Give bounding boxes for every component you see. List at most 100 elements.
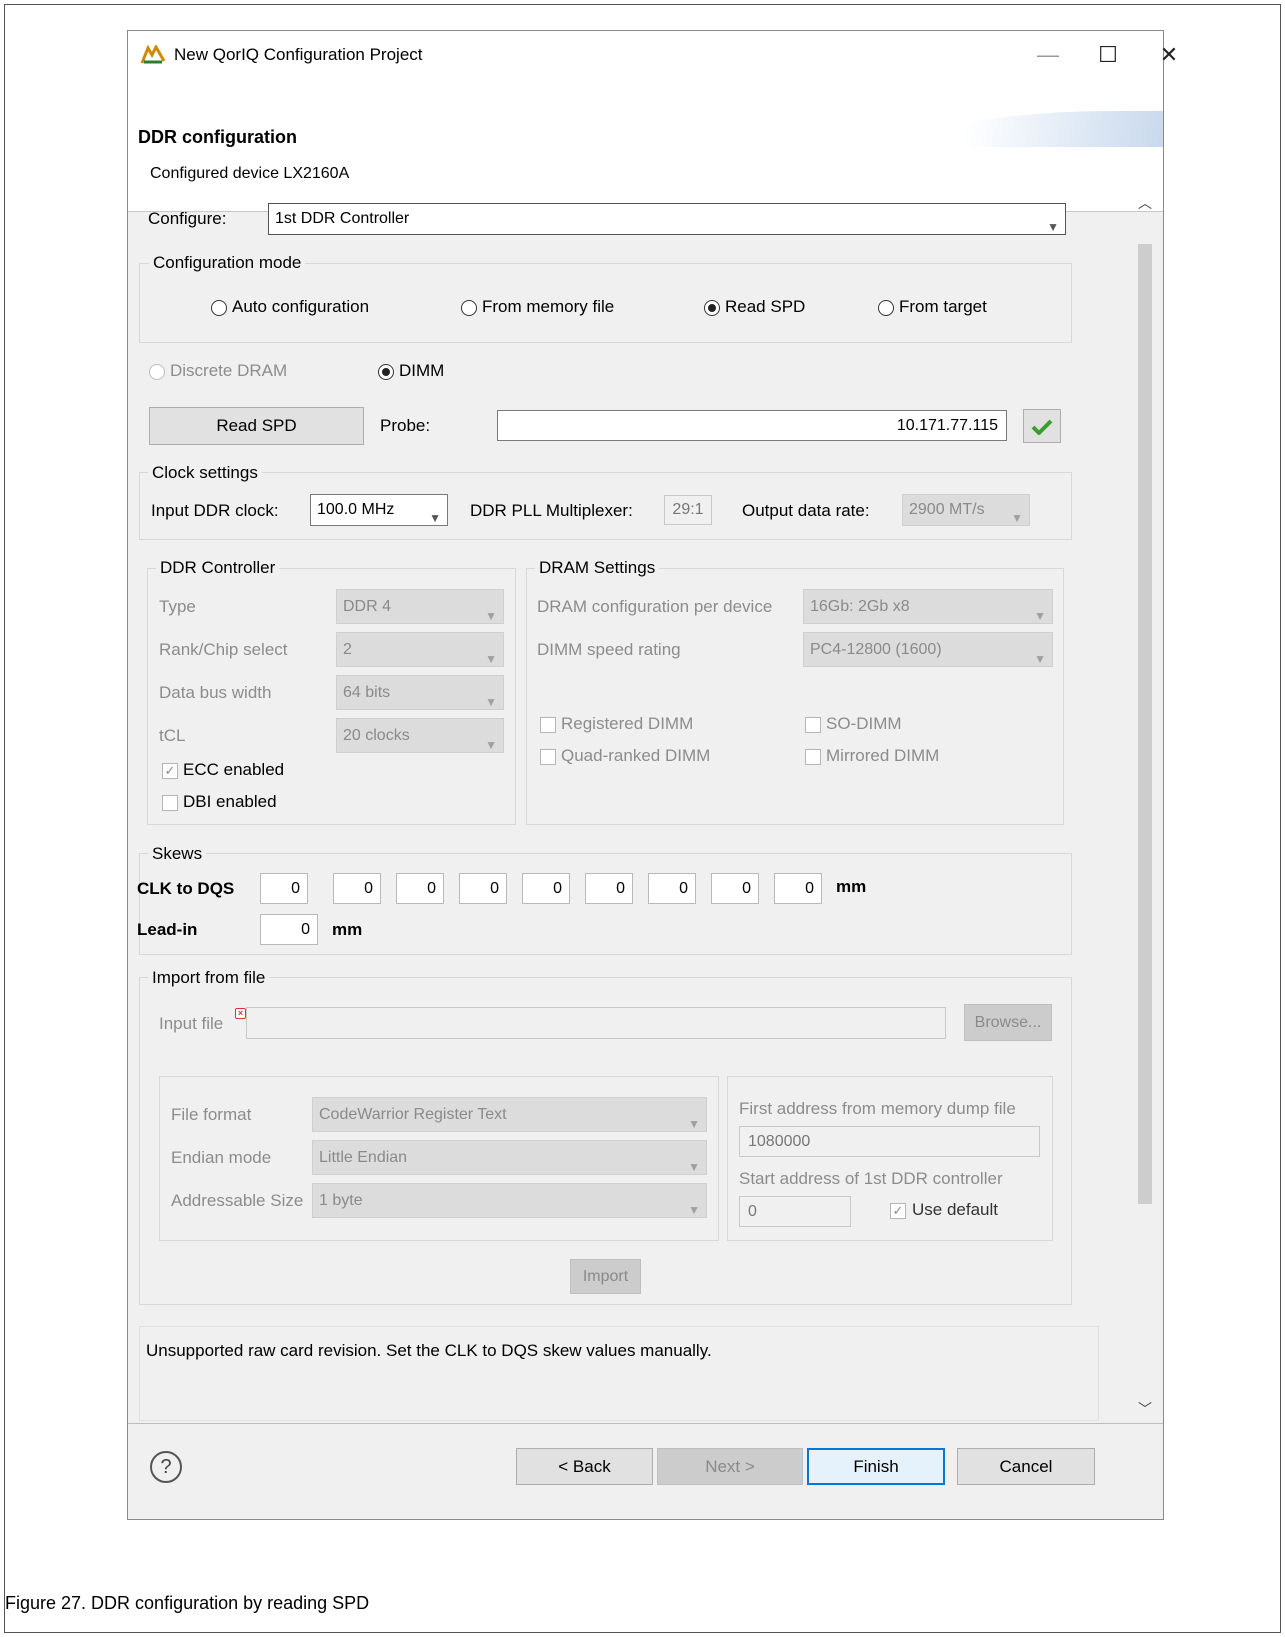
- scroll-up-icon[interactable]: ︿: [1136, 193, 1154, 211]
- app-icon: [140, 43, 166, 70]
- so-dimm-label: SO-DIMM: [826, 714, 902, 733]
- clk-to-dqs-field[interactable]: 0: [333, 873, 381, 904]
- maximize-button[interactable]: ☐: [1088, 41, 1128, 71]
- input-ddr-clock-select[interactable]: 100.0 MHz ▼: [310, 494, 448, 526]
- input-ddr-clock-value: 100.0 MHz: [317, 501, 395, 518]
- message-area: Unsupported raw card revision. Set the C…: [139, 1326, 1099, 1421]
- use-default-label: Use default: [912, 1200, 998, 1219]
- dimm-speed-rating-label: DIMM speed rating: [537, 640, 681, 659]
- scroll-down-icon[interactable]: ﹀: [1136, 1399, 1154, 1417]
- chevron-down-icon: ▼: [485, 608, 497, 623]
- quad-ranked-dimm-label: Quad-ranked DIMM: [561, 746, 711, 765]
- file-format-select: CodeWarrior Register Text ▼: [312, 1097, 707, 1132]
- lead-in-field[interactable]: 0: [260, 914, 318, 945]
- clk-to-dqs-unit: mm: [836, 877, 867, 896]
- import-from-file-title: Import from file: [148, 968, 270, 988]
- tcl-value: 20 clocks: [343, 727, 410, 744]
- wizard-dialog: New QorIQ Configuration Project — ☐ ✕ DD…: [127, 30, 1178, 1520]
- finish-button[interactable]: Finish: [807, 1448, 945, 1485]
- configuration-mode-title: Configuration mode: [149, 253, 306, 273]
- ecc-enabled-checkbox[interactable]: ✓: [162, 763, 178, 779]
- minimize-button[interactable]: —: [1028, 41, 1068, 71]
- figure-caption: Figure 27. DDR configuration by reading …: [5, 1593, 370, 1613]
- from-target-label: From target: [899, 297, 987, 316]
- first-address-field: 1080000: [739, 1126, 1040, 1157]
- close-button[interactable]: ✕: [1152, 41, 1186, 71]
- read-spd-label: Read SPD: [725, 297, 806, 316]
- dbi-enabled-checkbox[interactable]: [162, 795, 178, 811]
- clk-to-dqs-field[interactable]: 0: [585, 873, 633, 904]
- tcl-select: 20 clocks ▼: [336, 718, 504, 753]
- rank-chip-select-label: Rank/Chip select: [159, 640, 288, 659]
- scrollbar-thumb[interactable]: [1138, 244, 1152, 1204]
- from-memory-file-radio[interactable]: [461, 300, 477, 316]
- from-target-radio[interactable]: [878, 300, 894, 316]
- probe-label: Probe:: [380, 416, 431, 435]
- registered-dimm-checkbox[interactable]: [540, 717, 556, 733]
- start-address-field: 0: [739, 1196, 851, 1227]
- endian-mode-select: Little Endian ▼: [312, 1140, 707, 1175]
- back-button[interactable]: < Back: [516, 1448, 653, 1485]
- type-value: DDR 4: [343, 598, 392, 615]
- lead-in-unit: mm: [332, 920, 363, 939]
- error-icon: ×: [235, 1008, 246, 1019]
- auto-configuration-radio[interactable]: [211, 300, 227, 316]
- quad-ranked-dimm-checkbox[interactable]: [540, 749, 556, 765]
- next-button: Next >: [657, 1448, 803, 1485]
- import-button: Import: [570, 1259, 641, 1294]
- page-title: DDR configuration: [138, 127, 297, 147]
- endian-mode-label: Endian mode: [171, 1148, 272, 1167]
- so-dimm-checkbox[interactable]: [805, 717, 821, 733]
- skews-title: Skews: [148, 844, 207, 864]
- status-message: Unsupported raw card revision. Set the C…: [146, 1341, 712, 1360]
- output-data-rate-value: 2900 MT/s: [909, 501, 985, 518]
- clk-to-dqs-field[interactable]: 0: [459, 873, 507, 904]
- use-default-checkbox[interactable]: ✓: [890, 1203, 906, 1219]
- clk-to-dqs-field[interactable]: 0: [396, 873, 444, 904]
- chevron-down-icon: ▼: [1034, 608, 1046, 623]
- output-data-rate-label: Output data rate:: [742, 501, 870, 520]
- from-memory-file-label: From memory file: [482, 297, 615, 316]
- mirrored-dimm-label: Mirrored DIMM: [826, 746, 940, 765]
- input-file-field: [246, 1007, 946, 1039]
- dimm-radio[interactable]: [378, 364, 394, 380]
- window-title: New QorIQ Configuration Project: [174, 45, 423, 64]
- ddr-pll-multiplexer-field: 29:1: [664, 495, 712, 525]
- chevron-down-icon: ▼: [688, 1116, 700, 1131]
- chevron-down-icon: ▼: [1047, 220, 1059, 234]
- clk-to-dqs-field[interactable]: 0: [711, 873, 759, 904]
- dbi-enabled-label: DBI enabled: [183, 792, 277, 811]
- dram-configuration-select: 16Gb: 2Gb x8 ▼: [803, 589, 1053, 624]
- help-icon[interactable]: ?: [150, 1451, 182, 1483]
- discrete-dram-label: Discrete DRAM: [170, 361, 288, 380]
- discrete-dram-radio[interactable]: [149, 364, 165, 380]
- configure-select[interactable]: 1st DDR Controller ▼: [268, 203, 1066, 235]
- registered-dimm-label: Registered DIMM: [561, 714, 694, 733]
- probe-input[interactable]: 10.171.77.115: [497, 410, 1007, 441]
- data-bus-width-select: 64 bits ▼: [336, 675, 504, 710]
- read-spd-button[interactable]: Read SPD: [149, 407, 364, 445]
- start-address-label: Start address of 1st DDR controller: [739, 1169, 1003, 1188]
- clk-to-dqs-field[interactable]: 0: [774, 873, 822, 904]
- input-ddr-clock-label: Input DDR clock:: [151, 501, 279, 520]
- browse-button: Browse...: [964, 1004, 1052, 1041]
- clk-to-dqs-field[interactable]: 0: [522, 873, 570, 904]
- input-file-label: Input file: [159, 1014, 224, 1033]
- chevron-down-icon: ▼: [485, 694, 497, 709]
- chevron-down-icon: ▼: [485, 737, 497, 752]
- clk-to-dqs-field[interactable]: 0: [260, 873, 308, 904]
- addressable-size-label: Addressable Size: [171, 1191, 304, 1210]
- dram-configuration-label: DRAM configuration per device: [537, 597, 773, 616]
- banner-decoration: [933, 111, 1163, 147]
- addressable-size-select: 1 byte ▼: [312, 1183, 707, 1218]
- clk-to-dqs-field[interactable]: 0: [648, 873, 696, 904]
- mirrored-dimm-checkbox[interactable]: [805, 749, 821, 765]
- lead-in-label: Lead-in: [137, 920, 198, 939]
- read-spd-radio[interactable]: [704, 300, 720, 316]
- clk-to-dqs-label: CLK to DQS: [137, 879, 235, 898]
- chevron-down-icon: ▼: [485, 651, 497, 666]
- clock-settings-title: Clock settings: [148, 463, 262, 483]
- file-format-label: File format: [171, 1105, 252, 1124]
- probe-check-button[interactable]: [1023, 409, 1061, 443]
- cancel-button[interactable]: Cancel: [957, 1448, 1095, 1485]
